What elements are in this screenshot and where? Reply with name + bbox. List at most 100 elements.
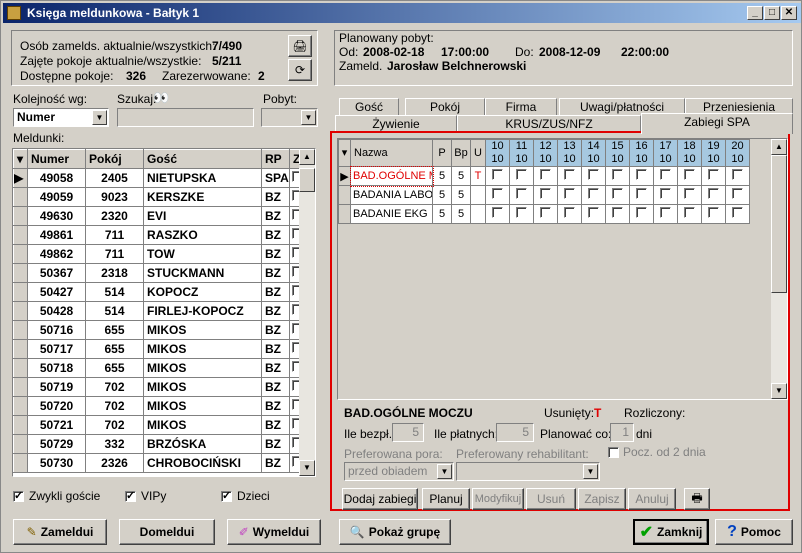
cell-rp[interactable]: BZ xyxy=(261,244,290,264)
cell-rp[interactable]: BZ xyxy=(261,453,290,473)
checkbox-day[interactable] xyxy=(588,207,599,218)
tab-room[interactable]: Pokój xyxy=(405,98,485,116)
spa-cell-day[interactable] xyxy=(701,204,726,224)
spa-cell-day[interactable] xyxy=(701,185,726,205)
cell-number[interactable]: 50729 xyxy=(27,434,86,454)
spa-cell-p[interactable]: 5 xyxy=(432,204,452,224)
spa-cell-u[interactable] xyxy=(470,204,486,224)
spa-cell-day[interactable] xyxy=(725,166,750,186)
help-button[interactable]: ? Pomoc xyxy=(715,519,793,545)
checkbox-day[interactable] xyxy=(636,188,647,199)
cell-number[interactable]: 50427 xyxy=(27,282,86,302)
search-input[interactable] xyxy=(117,108,254,127)
checkbox-day[interactable] xyxy=(492,169,503,180)
spa-col-day[interactable]: 13 10 xyxy=(557,139,582,167)
spa-col-day[interactable]: 16 10 xyxy=(629,139,654,167)
spa-cell-day[interactable] xyxy=(485,166,510,186)
spa-cell-day[interactable] xyxy=(701,166,726,186)
print-icon[interactable]: 🖨 xyxy=(288,35,312,57)
spa-cell-day[interactable] xyxy=(581,166,606,186)
spa-row[interactable]: BADANIA LABO 5 5 xyxy=(338,185,750,205)
maximize-icon[interactable]: □ xyxy=(764,6,780,20)
cell-number[interactable]: 50719 xyxy=(27,377,86,397)
cell-guest[interactable]: MIKOS xyxy=(143,320,262,340)
cell-room[interactable]: 332 xyxy=(85,434,144,454)
scroll-down-icon[interactable]: ▼ xyxy=(299,460,315,476)
spa-cell-day[interactable] xyxy=(509,204,534,224)
tab-guest[interactable]: Gość xyxy=(339,98,399,116)
filter-children[interactable]: Dzieci xyxy=(221,489,270,503)
spa-cell-day[interactable] xyxy=(605,166,630,186)
cell-rp[interactable]: BZ xyxy=(261,282,290,302)
cell-rp[interactable]: BZ xyxy=(261,263,290,283)
spa-cell-day[interactable] xyxy=(605,204,630,224)
spa-cell-day[interactable] xyxy=(581,185,606,205)
spa-cell-bp[interactable]: 5 xyxy=(451,204,471,224)
spa-col-day[interactable]: 15 10 xyxy=(605,139,630,167)
col-header-rp[interactable]: RP xyxy=(261,149,290,169)
checkbox-day[interactable] xyxy=(564,169,575,180)
filter-regular[interactable]: Zwykli goście xyxy=(13,489,100,503)
spa-cell-day[interactable] xyxy=(485,204,510,224)
checkbox-day[interactable] xyxy=(612,169,623,180)
cell-room[interactable]: 702 xyxy=(85,377,144,397)
cell-guest[interactable]: KOPOCZ xyxy=(143,282,262,302)
cell-guest[interactable]: STUCKMANN xyxy=(143,263,262,283)
table-row[interactable]: ▶ 49058 2405 NIETUPSKA SPA xyxy=(13,168,306,188)
cell-number[interactable]: 49862 xyxy=(27,244,86,264)
table-row[interactable]: 50730 2326 CHROBOCIŃSKI BZ xyxy=(13,453,306,473)
spa-cell-day[interactable] xyxy=(653,166,678,186)
spa-cell-name[interactable]: BADANIE EKG xyxy=(350,204,433,224)
cell-room[interactable]: 514 xyxy=(85,282,144,302)
cell-room[interactable]: 655 xyxy=(85,320,144,340)
spa-cell-day[interactable] xyxy=(653,185,678,205)
cell-guest[interactable]: FIRLEJ-KOPOCZ xyxy=(143,301,262,321)
spa-cell-day[interactable] xyxy=(557,166,582,186)
cell-guest[interactable]: NIETUPSKA xyxy=(143,168,262,188)
checkout-button[interactable]: ✐ Wymeldui xyxy=(227,519,321,545)
spa-cell-day[interactable] xyxy=(677,204,702,224)
table-row[interactable]: 49862 711 TOW BZ xyxy=(13,244,306,264)
cell-room[interactable]: 2320 xyxy=(85,206,144,226)
scroll-down-icon[interactable]: ▼ xyxy=(771,383,787,399)
spa-col-name[interactable]: Nazwa xyxy=(350,139,433,167)
cell-number[interactable]: 50428 xyxy=(27,301,86,321)
spa-cell-day[interactable] xyxy=(677,166,702,186)
col-header-number[interactable]: Numer xyxy=(27,149,86,169)
checkbox-regular[interactable] xyxy=(13,489,24,502)
cell-number[interactable]: 49059 xyxy=(27,187,86,207)
scroll-up-icon[interactable]: ▲ xyxy=(771,139,787,155)
cell-room[interactable]: 655 xyxy=(85,358,144,378)
table-row[interactable]: 49861 711 RASZKO BZ xyxy=(13,225,306,245)
checkbox-day[interactable] xyxy=(732,188,743,199)
cell-rp[interactable]: BZ xyxy=(261,377,290,397)
checkbox-day[interactable] xyxy=(588,169,599,180)
table-row[interactable]: 50720 702 MIKOS BZ xyxy=(13,396,306,416)
table-row[interactable]: 50427 514 KOPOCZ BZ xyxy=(13,282,306,302)
register-button[interactable]: ✎ Zameldui xyxy=(13,519,107,545)
spa-cell-day[interactable] xyxy=(725,185,750,205)
spa-row[interactable]: ▶ BAD.OGÓLNE M55T xyxy=(338,165,750,187)
order-select[interactable]: Numer ▼ xyxy=(13,108,109,127)
spa-cell-day[interactable] xyxy=(725,204,750,224)
tab-company[interactable]: Firma xyxy=(485,98,557,116)
cell-room[interactable]: 655 xyxy=(85,339,144,359)
cell-rp[interactable]: BZ xyxy=(261,225,290,245)
delete-button[interactable]: Usuń xyxy=(526,488,576,510)
cell-room[interactable]: 9023 xyxy=(85,187,144,207)
spa-col-day[interactable]: 12 10 xyxy=(533,139,558,167)
add-register-button[interactable]: Domeldui xyxy=(119,519,215,545)
cancel-button[interactable]: Anuluj xyxy=(628,488,676,510)
spa-col-day[interactable]: 18 10 xyxy=(677,139,702,167)
cell-number[interactable]: 50721 xyxy=(27,415,86,435)
cell-number[interactable]: 49861 xyxy=(27,225,86,245)
spa-cell-day[interactable] xyxy=(605,185,630,205)
table-row[interactable]: 50367 2318 STUCKMANN BZ xyxy=(13,263,306,283)
checkbox-day[interactable] xyxy=(540,188,551,199)
checkbox-vip[interactable] xyxy=(125,489,136,502)
cell-guest[interactable]: KERSZKE xyxy=(143,187,262,207)
checkbox-day[interactable] xyxy=(732,169,743,180)
spa-cell-day[interactable] xyxy=(485,185,510,205)
add-treatments-button[interactable]: Dodaj zabiegi xyxy=(342,488,418,510)
spa-cell-day[interactable] xyxy=(509,185,534,205)
